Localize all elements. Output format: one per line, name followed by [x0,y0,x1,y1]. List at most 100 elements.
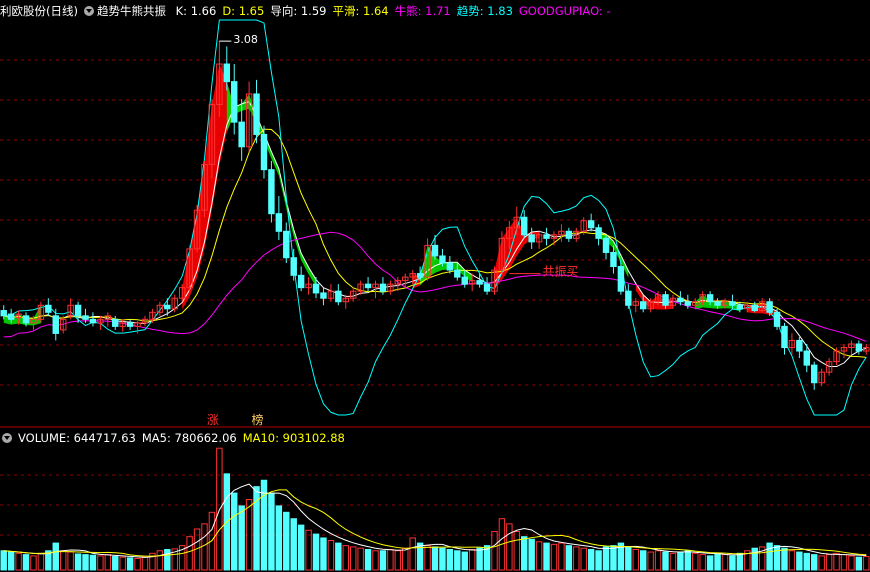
candle-body [706,294,714,303]
volume-bar [699,554,706,571]
volume-bar [491,531,498,571]
volume-bar [811,554,818,571]
candle-body [223,63,231,83]
candle-body [231,81,238,123]
candle-body [677,297,684,303]
main-header: 利欧股份(日线) 趋势牛熊共振 K: 1.66 D: 1.65 导向: 1.59 平滑:… [0,2,623,20]
candle-body [260,133,268,171]
candle-body [364,283,372,289]
volume-bar [669,552,677,571]
volume-bar [379,550,387,571]
volume-bar [692,552,699,571]
candle-body [714,301,721,306]
volume-bar [454,550,461,571]
volume-bar [387,548,394,571]
volume-bar [706,555,714,571]
volume-bar [647,551,654,571]
volume-bar [112,556,119,571]
volume-bar [535,541,543,571]
volume-bar [506,523,513,571]
volume-bar [238,505,245,571]
volume-bar [677,551,684,571]
volume-bar [260,479,268,571]
candle-body [112,318,119,327]
volume-bar [439,547,446,571]
volume-bar [335,542,342,571]
main-value-item: 导向: 1.59 [270,4,327,18]
candle-body [454,269,461,278]
volume-bar [164,548,171,571]
volume-bar [751,547,758,571]
volume-bar [82,554,89,571]
volume-bar [461,551,468,571]
volume-bar [766,542,773,571]
candle-body [773,311,781,327]
volume-bar [773,545,781,571]
limit-up-marker: 涨 [207,412,219,427]
candle-body [855,343,863,352]
chart-canvas: 3.08 共振买涨 榜 [0,19,870,571]
volume-bar [446,548,454,571]
volume-bar [781,547,788,571]
candle-body [439,255,446,264]
candle-body [595,227,602,239]
volume-bar [186,536,193,571]
volume-bar [320,537,327,571]
candle-body [528,234,535,243]
volume-bar [134,557,141,571]
candle-body [625,290,632,306]
candle-body [275,213,283,232]
candle-body [639,301,647,310]
candle-body [335,290,342,303]
stock-chart-window: 3.08 共振买涨 榜 利欧股份(日线) 趋势牛熊共振 K: 1.66 D: 1.65 导… [0,0,870,572]
volume-bar [788,550,796,571]
volume-bar [662,551,669,571]
volume-bar [22,554,30,571]
volume-bar [290,518,297,571]
indicator-name[interactable]: 趋势牛熊共振 [97,4,166,18]
volume-bar [558,542,565,571]
candle-body [89,318,97,324]
volume-bar [840,554,848,571]
volume-bar [312,533,320,571]
volume-bar [543,542,550,571]
volume-bar [550,543,558,571]
candle-body [476,280,483,285]
main-value-item: 牛熊: 1.71 [394,4,451,18]
candle-body [729,301,736,306]
volume-bar [431,546,439,571]
candle-body [164,304,171,310]
volume-bar [97,555,104,571]
volume-bar [372,550,379,571]
volume-bar [513,531,521,571]
volume-bar [825,554,833,571]
volume-bar [305,529,312,571]
volume-bar [721,554,729,571]
volume-bar [714,552,721,571]
volume-bar [126,557,134,571]
volume-bar [639,550,647,571]
volume-value-item: MA10: 903102.88 [242,431,345,445]
volume-menu-icon[interactable] [2,433,12,443]
indicator-selector-icon[interactable] [83,6,94,16]
ranking-marker: 榜 [252,412,264,427]
candle-body [483,283,491,292]
peak-price-label: 3.08 [233,33,258,46]
candle-body [446,262,454,271]
volume-header: VOLUME: 644717.63 MA5: 780662.06 MA10: 903… [2,429,357,447]
volume-bar [104,554,112,571]
candle-body [610,251,617,268]
volume-bar [863,556,870,571]
volume-bar [468,548,476,571]
volume-bar [275,505,283,571]
candle-body [565,230,573,239]
volume-bar [59,550,67,571]
volume-bar [342,545,349,571]
volume-bar [654,550,662,571]
volume-bar [74,553,82,571]
candle-body [320,292,327,299]
volume-bar [625,546,632,571]
candle-body [22,315,30,324]
candle-body [461,276,468,285]
volume-values: VOLUME: 644717.63 MA5: 780662.06 MA10: 903… [18,431,351,445]
